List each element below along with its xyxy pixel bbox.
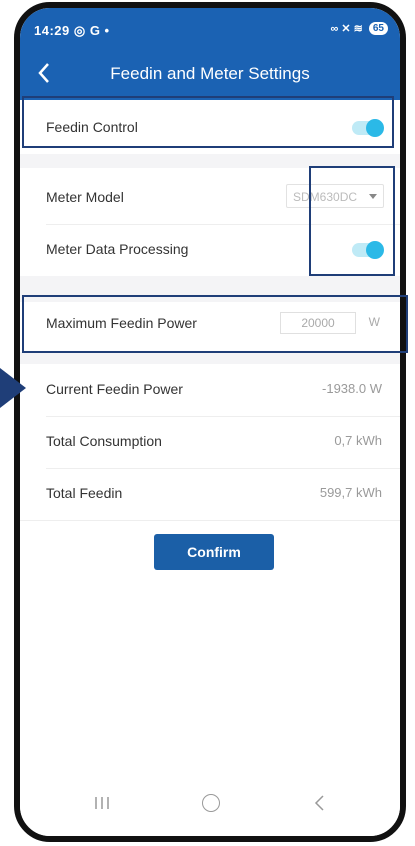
total-consumption-row: Total Consumption 0,7 kWh — [20, 416, 400, 468]
reading-label: Total Feedin — [46, 485, 123, 501]
status-time: 14:29 ◎ G • — [34, 23, 110, 39]
pointer-arrow-icon — [0, 368, 26, 408]
signal-icon: ∞ ✕ ≋ — [330, 23, 363, 35]
status-icons: ∞ ✕ ≋ 65 — [330, 22, 388, 35]
confirm-button[interactable]: Confirm — [154, 534, 274, 570]
highlight-feedin-control — [22, 96, 394, 148]
total-feedin-row: Total Feedin 599,7 kWh — [20, 468, 400, 520]
app-header: Feedin and Meter Settings — [20, 48, 400, 100]
highlight-max-feedin-power — [22, 295, 408, 353]
back-icon[interactable] — [310, 792, 330, 814]
divider — [20, 520, 400, 521]
meter-model-label: Meter Model — [46, 189, 124, 205]
reading-value: 0,7 kWh — [334, 433, 382, 448]
battery-icon: 65 — [368, 22, 388, 35]
reading-label: Current Feedin Power — [46, 381, 183, 397]
status-bar: 14:29 ◎ G • ∞ ✕ ≋ 65 — [20, 8, 400, 48]
current-feedin-power-row: Current Feedin Power -1938.0 W — [20, 364, 400, 416]
clock: 14:29 — [34, 23, 70, 38]
meter-data-processing-label: Meter Data Processing — [46, 241, 189, 257]
notification-icons: ◎ G • — [73, 23, 110, 38]
recent-apps-icon[interactable] — [92, 794, 112, 812]
reading-value: 599,7 kWh — [319, 485, 382, 500]
page-title: Feedin and Meter Settings — [110, 64, 310, 83]
reading-value: -1938.0 W — [322, 381, 382, 396]
section-gap — [20, 352, 400, 364]
system-nav-bar — [20, 780, 400, 836]
reading-label: Total Consumption — [46, 433, 162, 449]
highlight-meter-settings — [309, 166, 395, 276]
home-icon[interactable] — [202, 794, 220, 812]
